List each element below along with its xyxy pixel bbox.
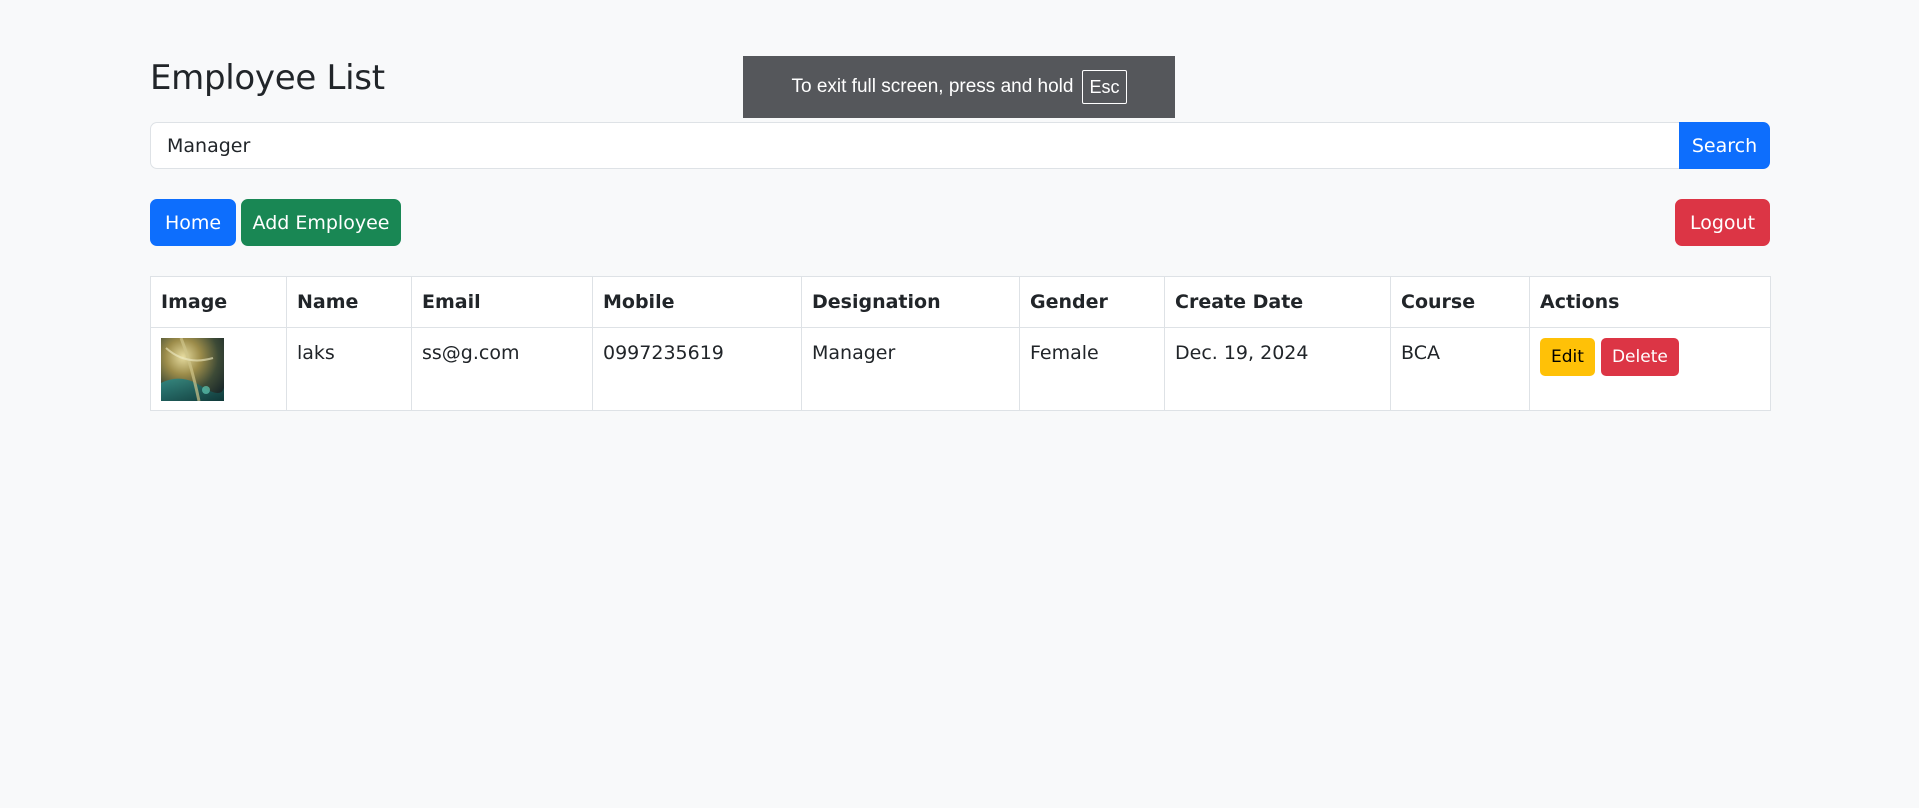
search-button[interactable]: Search (1679, 122, 1770, 169)
image-cell (150, 327, 287, 411)
create-date-cell: Dec. 19, 2024 (1164, 327, 1391, 411)
column-header-gender: Gender (1019, 276, 1165, 328)
actions-cell: Edit Delete (1529, 327, 1771, 411)
employee-photo (161, 338, 224, 401)
designation-cell: Manager (801, 327, 1020, 411)
column-header-mobile: Mobile (592, 276, 802, 328)
gender-cell: Female (1019, 327, 1165, 411)
column-header-actions: Actions (1529, 276, 1771, 328)
column-header-name: Name (286, 276, 412, 328)
esc-key-hint: Esc (1082, 70, 1127, 104)
name-cell: laks (286, 327, 412, 411)
table-row: laks ss@g.com 0997235619 Manager Female … (150, 327, 1771, 411)
search-input[interactable] (150, 122, 1679, 169)
add-employee-button[interactable]: Add Employee (241, 199, 401, 246)
search-form: Search (150, 122, 1770, 169)
home-button[interactable]: Home (150, 199, 236, 246)
column-header-designation: Designation (801, 276, 1020, 328)
fullscreen-exit-notice: To exit full screen, press and hold Esc (743, 56, 1175, 118)
edit-button[interactable]: Edit (1540, 338, 1595, 376)
course-cell: BCA (1390, 327, 1530, 411)
page-title: Employee List (150, 58, 385, 98)
column-header-course: Course (1390, 276, 1530, 328)
column-header-image: Image (150, 276, 287, 328)
delete-button[interactable]: Delete (1600, 338, 1679, 376)
table-header-row: Image Name Email Mobile Designation Gend… (150, 276, 1771, 328)
employee-table: Image Name Email Mobile Designation Gend… (150, 276, 1771, 411)
action-bar: Home Add Employee Logout (150, 199, 1770, 246)
column-header-email: Email (411, 276, 593, 328)
email-cell: ss@g.com (411, 327, 593, 411)
mobile-cell: 0997235619 (592, 327, 802, 411)
column-header-create-date: Create Date (1164, 276, 1391, 328)
fullscreen-notice-text: To exit full screen, press and hold (791, 76, 1074, 97)
logout-button[interactable]: Logout (1675, 199, 1770, 246)
